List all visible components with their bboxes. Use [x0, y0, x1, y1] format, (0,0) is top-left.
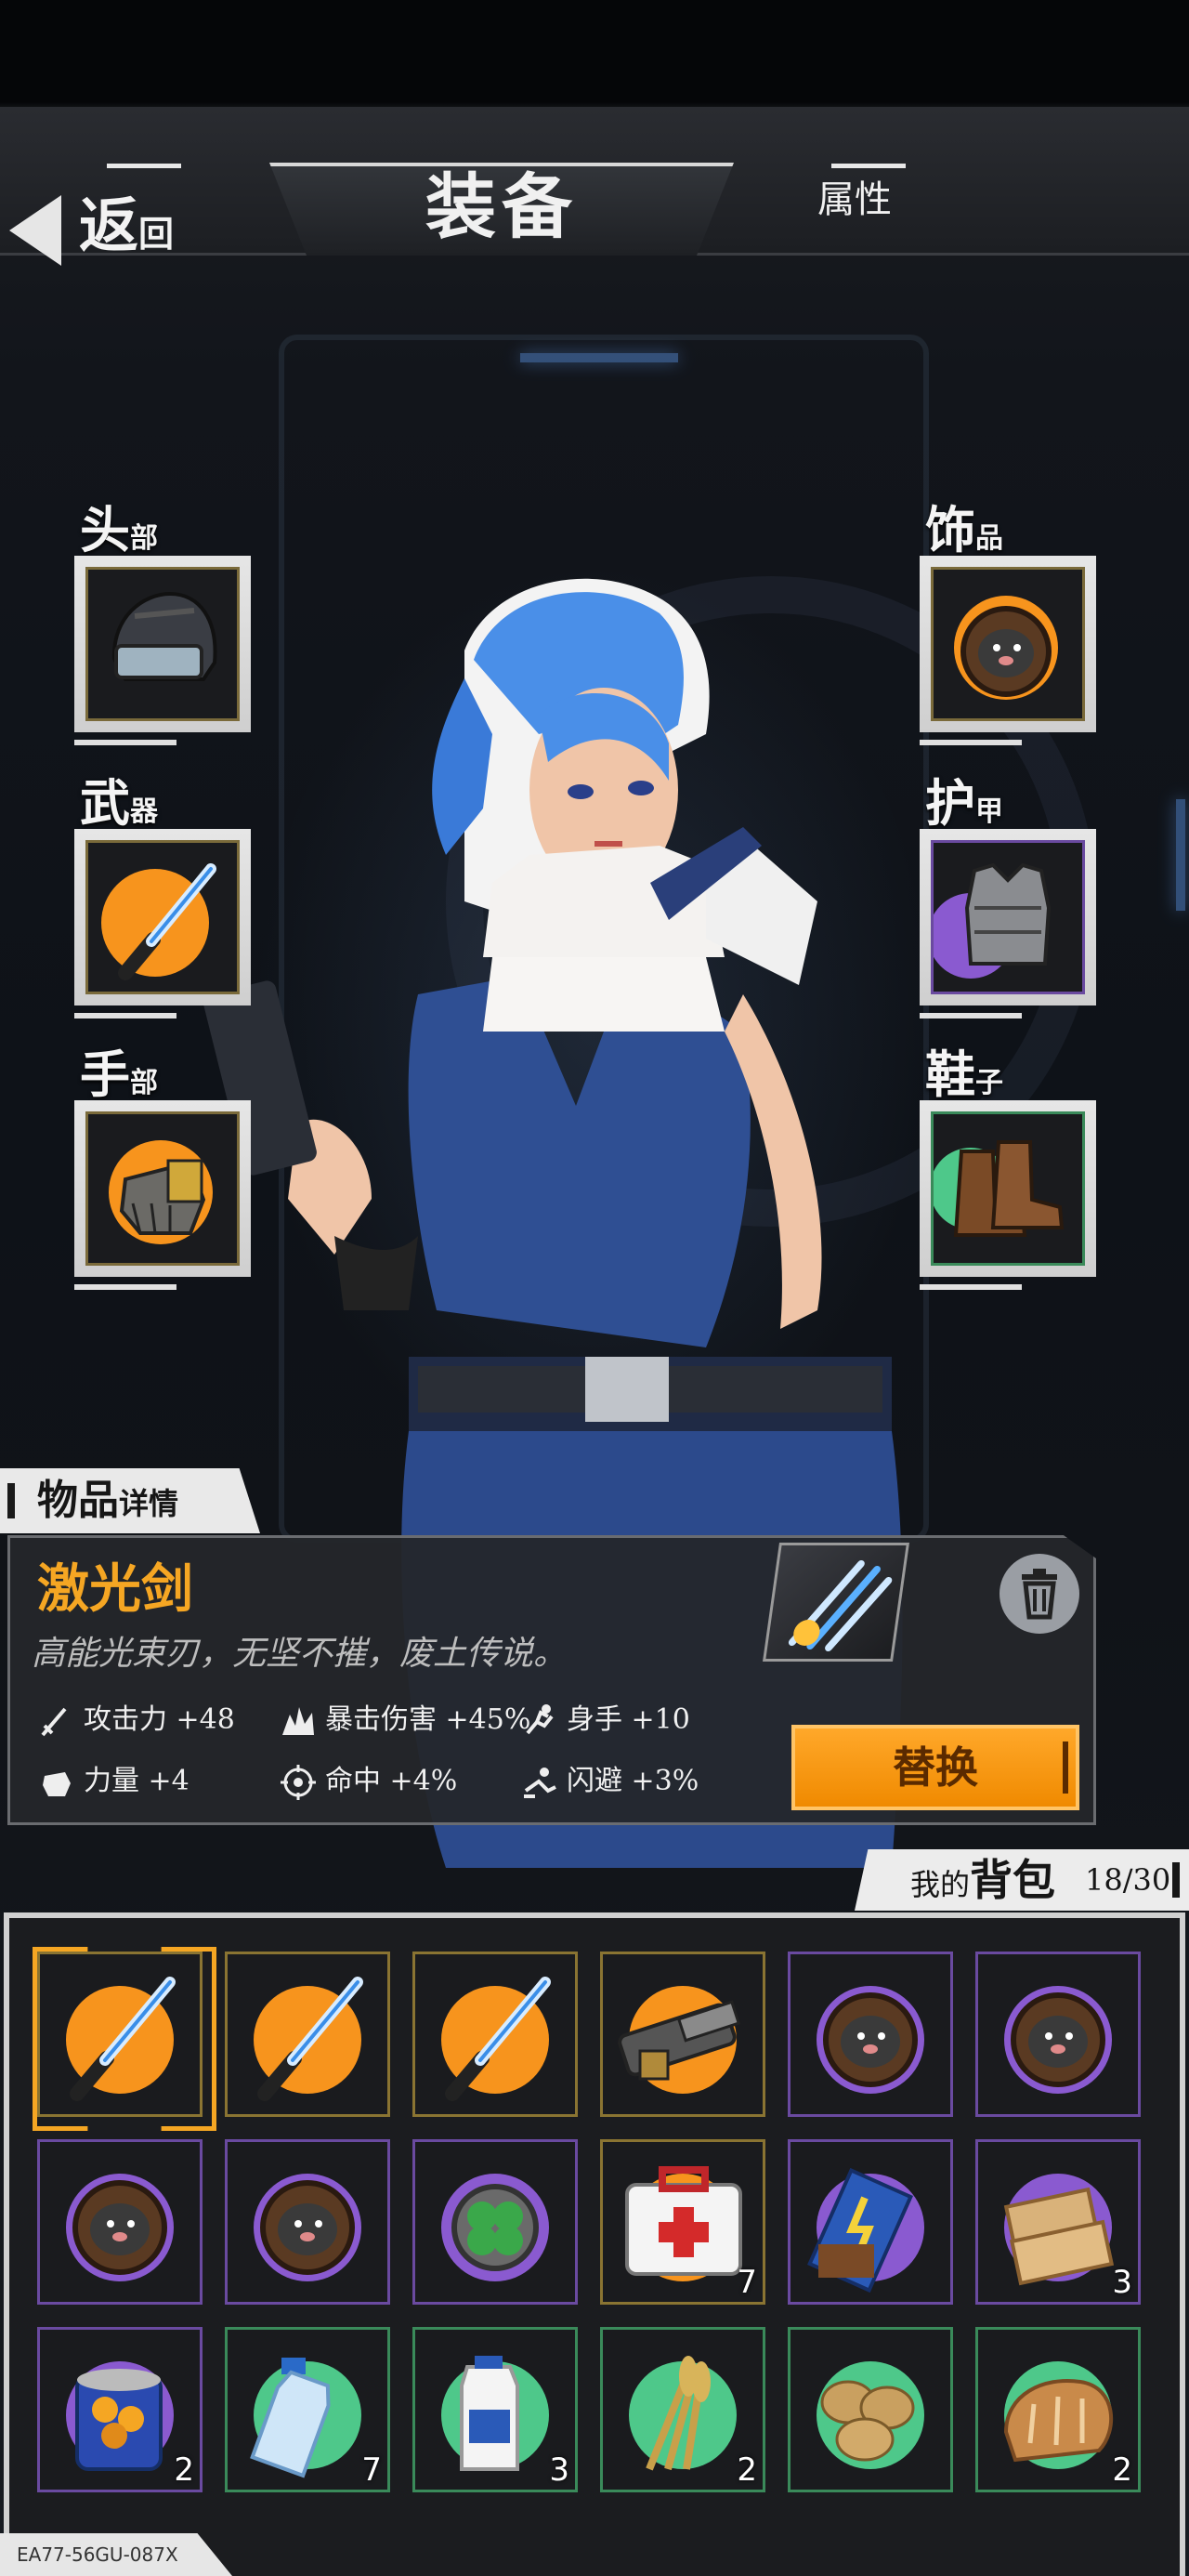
backpack-count: 18/30: [1085, 1862, 1171, 1898]
item-quantity: 7: [361, 2451, 382, 2489]
back-label: 返回: [79, 191, 175, 261]
stat-accuracy: 命中 +4%: [279, 1758, 457, 1805]
backpack-slot-laser-sword[interactable]: [412, 1952, 578, 2117]
slot-bar: [920, 740, 1022, 745]
back-arrow-icon: [9, 195, 61, 266]
item-thumbnail: [763, 1543, 909, 1662]
backpack-slot-energy-bar[interactable]: [788, 2139, 953, 2305]
slot-bar: [74, 740, 176, 745]
stat-attack: 攻击力 +48: [37, 1697, 235, 1743]
slot-armor[interactable]: [920, 829, 1096, 1019]
backpack-slot-first-aid-kit[interactable]: 7: [600, 2139, 765, 2305]
mole-charm-icon: [254, 2174, 361, 2281]
footer-code-tag: EA77-56GU-087X: [0, 2533, 232, 2576]
slot-accessory[interactable]: [920, 556, 1096, 745]
backpack-slot-laser-sword[interactable]: [37, 1952, 203, 2117]
item-quantity: 7: [737, 2264, 757, 2301]
slot-bar: [74, 1284, 176, 1290]
laser-sword-icon: [254, 1977, 363, 2101]
tag-bar: [1172, 1862, 1180, 1898]
clover-charm-icon: [441, 2174, 549, 2281]
backpack-grid: 7 3 2 7 3 2 2: [37, 1952, 1152, 2509]
slot-bar: [920, 1013, 1022, 1019]
energy-bar-icon: [807, 2167, 924, 2293]
backpack-slot-clover-charm[interactable]: [412, 2139, 578, 2305]
backpack-slot-biscuits[interactable]: 3: [975, 2139, 1141, 2305]
laser-sword-icon: [101, 863, 216, 980]
item-name: 激光剑: [37, 1558, 193, 1620]
item-quantity: 2: [174, 2451, 194, 2489]
sword-icon: [41, 1707, 67, 1737]
fist-icon: [43, 1772, 71, 1796]
item-description: 高能光束刃，无坚不摧，废土传说。: [32, 1635, 568, 1673]
backpack-slot-potatoes[interactable]: [788, 2327, 953, 2492]
replace-button[interactable]: 替换: [791, 1725, 1079, 1810]
target-icon: [281, 1765, 316, 1800]
helmet-icon: [111, 591, 217, 681]
backpack-slot-gatling-gun[interactable]: [600, 1952, 765, 2117]
mole-charm-icon: [1004, 1986, 1112, 2094]
mole-charm-icon: [817, 1986, 924, 2094]
item-quantity: 3: [549, 2451, 569, 2489]
potatoes-icon: [817, 2361, 924, 2469]
stat-agility: 身手 +10: [520, 1697, 690, 1743]
trash-button[interactable]: [1000, 1554, 1079, 1634]
gauntlet-icon: [109, 1140, 213, 1244]
backpack-slot-mole-charm[interactable]: [37, 2139, 203, 2305]
stat-dodge: 闪避 +3%: [520, 1758, 699, 1805]
slot-bar: [74, 1013, 176, 1019]
item-quantity: 2: [737, 2451, 757, 2489]
agility-icon: [526, 1704, 554, 1735]
stat-strength: 力量 +4: [37, 1758, 189, 1805]
backpack-slot-mole-charm[interactable]: [788, 1952, 953, 2117]
background-light: [520, 353, 678, 362]
mole-charm-icon: [66, 2174, 174, 2281]
dodge-icon: [524, 1768, 556, 1798]
backpack-slot-bread[interactable]: 2: [975, 2327, 1141, 2492]
footer-code: EA77-56GU-087X: [17, 2543, 178, 2566]
slot-shoes[interactable]: [920, 1100, 1096, 1290]
tab-attributes[interactable]: 属性: [799, 167, 910, 232]
item-quantity: 3: [1112, 2264, 1132, 2301]
crit-icon: [282, 1707, 314, 1735]
back-button[interactable]: 返回: [9, 186, 186, 269]
laser-sword-icon: [66, 1977, 176, 2101]
trash-icon: [1022, 1569, 1057, 1620]
background-light: [1176, 799, 1185, 911]
mole-charm-icon: [954, 596, 1058, 700]
backpack-slot-mole-charm[interactable]: [975, 1952, 1141, 2117]
backpack-slot-milk-jug[interactable]: 3: [412, 2327, 578, 2492]
slot-hands[interactable]: [74, 1100, 251, 1290]
vest-icon: [934, 862, 1052, 979]
detail-tag: 物品详情: [0, 1468, 260, 1533]
backpack-slot-mole-charm[interactable]: [225, 2139, 390, 2305]
slot-weapon[interactable]: [74, 829, 251, 1019]
claw-slash-icon: [788, 1560, 893, 1651]
backpack-slot-wheat[interactable]: 2: [600, 2327, 765, 2492]
backpack-slot-water-bottle[interactable]: 7: [225, 2327, 390, 2492]
gatling-gun-icon: [618, 1986, 741, 2094]
laser-sword-icon: [441, 1977, 551, 2101]
tab-indicator: [107, 164, 181, 168]
slot-bar: [920, 1284, 1022, 1290]
item-quantity: 2: [1112, 2451, 1132, 2489]
backpack-title: 我的背包: [910, 1855, 1056, 1905]
stat-crit-damage: 暴击伤害 +45%: [279, 1697, 530, 1743]
backpack-slot-laser-sword[interactable]: [225, 1952, 390, 2117]
backpack-slot-canned-fruit[interactable]: 2: [37, 2327, 203, 2492]
slot-head[interactable]: [74, 556, 251, 745]
boots-icon: [934, 1140, 1065, 1237]
tag-bar: [7, 1483, 15, 1518]
page-title: 装备: [425, 165, 578, 248]
detail-tag-label: 物品详情: [37, 1477, 179, 1524]
